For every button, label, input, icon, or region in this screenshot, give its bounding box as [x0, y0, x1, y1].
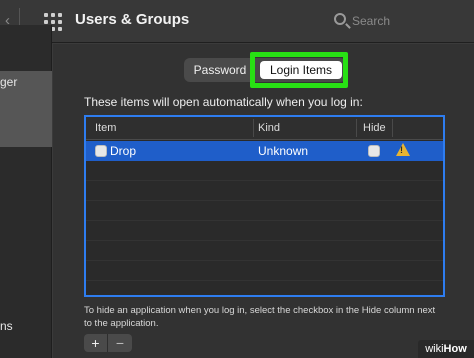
highlight-box — [250, 52, 348, 88]
column-header-hide[interactable]: Hide — [363, 122, 386, 134]
item-checkbox[interactable] — [95, 145, 107, 157]
search-field[interactable] — [330, 10, 470, 32]
table-row[interactable]: Drop Unknown ! — [86, 141, 443, 161]
search-input[interactable] — [352, 11, 462, 31]
login-items-table[interactable]: Item Kind Hide Drop Unknown ! — [84, 115, 445, 297]
empty-table-area — [86, 161, 443, 295]
sidebar-item-login-options[interactable]: ns — [0, 319, 13, 333]
remove-item-button[interactable]: − — [108, 334, 132, 352]
table-header: Item Kind Hide — [86, 117, 443, 140]
tab-password[interactable]: Password — [184, 58, 256, 82]
window-title: Users & Groups — [75, 11, 190, 28]
sidebar-item-current-user[interactable]: ger — [0, 71, 52, 147]
item-kind: Unknown — [258, 144, 309, 158]
warning-icon — [396, 143, 410, 156]
wikihow-watermark: wikiHow — [418, 340, 474, 358]
watermark-wiki: wiki — [425, 343, 444, 355]
column-header-item[interactable]: Item — [95, 122, 116, 134]
title-bar: ‹ Users & Groups — [0, 0, 474, 43]
hide-instructions: To hide an application when you log in, … — [84, 305, 436, 329]
sidebar-item-label: ger — [0, 75, 18, 89]
add-item-button[interactable]: + — [84, 334, 108, 352]
column-divider — [253, 119, 254, 137]
warning-exclamation-icon: ! — [400, 145, 403, 155]
column-header-kind[interactable]: Kind — [258, 122, 280, 134]
watermark-how: How — [443, 343, 467, 355]
column-divider — [356, 119, 357, 137]
add-remove-control: + − — [84, 334, 132, 352]
users-list-panel: ger ns — [0, 25, 52, 358]
column-divider — [392, 119, 393, 137]
hide-checkbox[interactable] — [368, 145, 380, 157]
search-icon — [334, 13, 346, 25]
login-items-description: These items will open automatically when… — [84, 95, 363, 109]
item-name: Drop — [110, 144, 137, 158]
